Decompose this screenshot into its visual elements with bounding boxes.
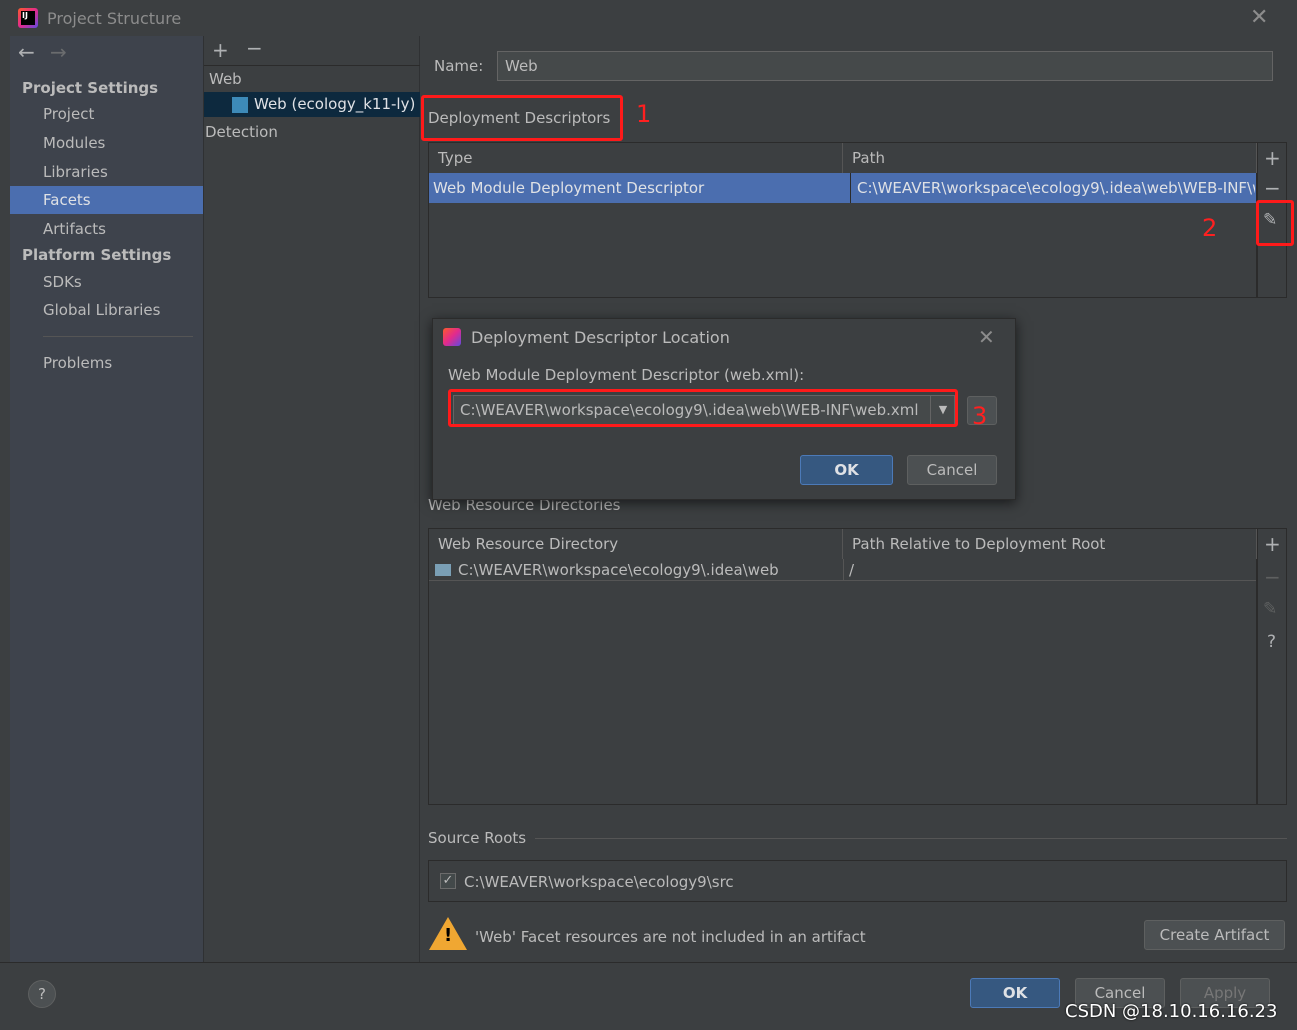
remove-icon[interactable]: − [1264, 176, 1281, 200]
help-button[interactable]: ? [28, 980, 56, 1008]
sidebar-item-problems[interactable]: Problems [10, 349, 203, 377]
source-roots-list: ✓ C:\WEAVER\workspace\ecology9\src [428, 860, 1287, 902]
add-icon[interactable]: + [1264, 146, 1281, 170]
sidebar-item-sdks[interactable]: SDKs [10, 268, 203, 296]
deployment-descriptors-table: Type Path Web Module Deployment Descript… [428, 142, 1257, 298]
source-root-checkbox[interactable]: ✓ [440, 873, 456, 889]
help-icon[interactable]: ? [1267, 632, 1276, 652]
create-artifact-button[interactable]: Create Artifact [1144, 920, 1285, 950]
project-settings-heading: Project Settings [22, 79, 159, 97]
column-header-type[interactable]: Type [429, 143, 843, 173]
close-icon[interactable]: ✕ [1250, 5, 1268, 30]
column-header-directory[interactable]: Web Resource Directory [429, 529, 843, 559]
annotation-box-2 [1256, 200, 1294, 246]
table-row[interactable]: C:\WEAVER\workspace\ecology9\.idea\web / [429, 559, 1256, 581]
sidebar-item-libraries[interactable]: Libraries [10, 158, 203, 186]
annotation-label-2: 2 [1202, 214, 1218, 242]
sidebar-item-artifacts[interactable]: Artifacts [10, 215, 203, 243]
remove-icon[interactable]: − [246, 36, 263, 60]
intellij-logo-icon [443, 328, 461, 346]
dialog-title: Deployment Descriptor Location [471, 328, 730, 347]
name-input[interactable]: Web [497, 51, 1273, 81]
source-root-path: C:\WEAVER\workspace\ecology9\src [464, 873, 734, 891]
tree-node-detection[interactable]: Detection [205, 123, 278, 141]
dialog-cancel-button[interactable]: Cancel [907, 455, 997, 485]
sidebar-item-facets[interactable]: Facets [10, 186, 203, 214]
sidebar-item-global-libraries[interactable]: Global Libraries [10, 296, 203, 324]
facet-tree-panel: + − Web Web (ecology_k11-ly) Detection [203, 36, 420, 962]
forward-arrow-icon[interactable]: → [50, 40, 67, 64]
sidebar: ← → Project Settings Project Modules Lib… [10, 36, 203, 962]
window-title: Project Structure [47, 9, 182, 28]
dialog-ok-button[interactable]: OK [800, 455, 893, 485]
back-arrow-icon[interactable]: ← [18, 40, 35, 64]
deployment-descriptors-heading: Deployment Descriptors [428, 109, 611, 127]
column-header-relative-path[interactable]: Path Relative to Deployment Root [843, 529, 1257, 559]
watermark: CSDN @18.10.16.16.23 [1065, 1001, 1278, 1022]
web-facet-icon [232, 97, 248, 113]
platform-settings-heading: Platform Settings [22, 246, 172, 264]
ok-button[interactable]: OK [970, 978, 1060, 1008]
tree-node-web-module[interactable]: Web (ecology_k11-ly) [204, 92, 420, 117]
close-icon[interactable]: ✕ [978, 325, 995, 349]
annotation-label-3: 3 [972, 402, 988, 430]
table-row[interactable]: Web Module Deployment Descriptor C:\WEAV… [429, 173, 1256, 203]
tree-node-web[interactable]: Web [209, 70, 242, 88]
divider [43, 336, 193, 337]
table-toolbar: + − ✎ ? [1257, 528, 1287, 805]
descriptor-label: Web Module Deployment Descriptor (web.xm… [448, 366, 805, 384]
sidebar-item-project[interactable]: Project [10, 100, 203, 128]
column-header-path[interactable]: Path [843, 143, 1257, 173]
edit-pencil-icon[interactable]: ✎ [1263, 599, 1277, 619]
warning-message: 'Web' Facet resources are not included i… [475, 928, 866, 946]
remove-icon[interactable]: − [1264, 565, 1281, 589]
name-label: Name: [434, 57, 484, 75]
add-icon[interactable]: + [212, 38, 229, 62]
annotation-label-1: 1 [636, 100, 652, 128]
title-bar: IJ Project Structure ✕ [0, 0, 1297, 36]
source-roots-heading: Source Roots [428, 829, 527, 847]
web-resource-table: Web Resource Directory Path Relative to … [428, 528, 1257, 805]
add-icon[interactable]: + [1264, 532, 1281, 556]
annotation-box-3 [448, 389, 958, 427]
sidebar-item-modules[interactable]: Modules [10, 129, 203, 157]
intellij-logo-icon: IJ [18, 8, 38, 28]
folder-icon [435, 564, 451, 576]
